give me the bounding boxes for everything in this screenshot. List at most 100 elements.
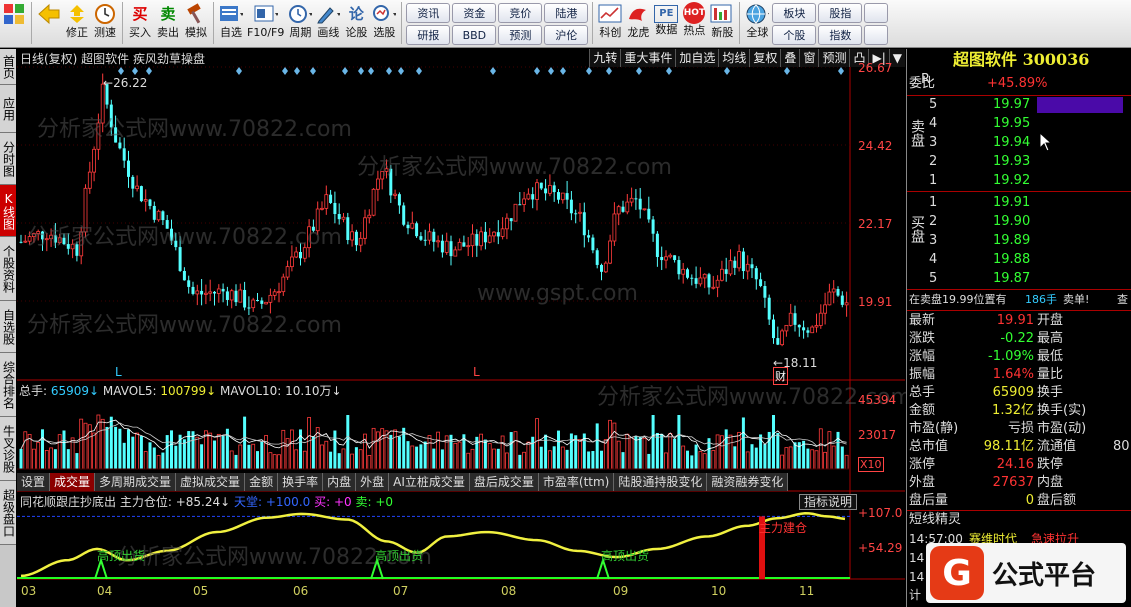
more-button-bottom[interactable] (864, 25, 889, 45)
draw-line-button[interactable]: 画线 (314, 2, 342, 46)
research-button[interactable]: 研报 (406, 25, 451, 45)
stat-value: 1.64% (992, 367, 1034, 382)
tab-margin-change[interactable]: 融资融券变化 (707, 473, 789, 491)
stat-value: 0 (1025, 493, 1034, 508)
auction-button[interactable]: 竞价 (498, 3, 543, 23)
x-axis-label: 05 (193, 584, 209, 598)
tab-amount[interactable]: 金额 (245, 473, 279, 491)
bid-price: 19.87 (993, 271, 1031, 286)
nine-turn-button[interactable]: 九转 (589, 49, 620, 67)
tab-apps[interactable]: 应用 (0, 85, 16, 133)
adjust-right-button[interactable]: 复权 (749, 49, 780, 67)
tab-outer[interactable]: 外盘 (356, 473, 390, 491)
tab-after-hours-volume[interactable]: 盘后成交量 (470, 473, 539, 491)
dragon-tiger-label: 龙虎 (627, 26, 650, 39)
tab-home[interactable]: 首页 (0, 49, 16, 85)
ask-row[interactable]: 2 19.93 (907, 153, 1131, 171)
tab-multi-period-volume[interactable]: 多周期成交量 (95, 473, 177, 491)
ask-row[interactable]: 1 19.92 (907, 172, 1131, 190)
ask-level: 2 (929, 154, 938, 169)
add-self-select-button[interactable]: 加自选 (675, 49, 718, 67)
tab-northbound-holdings[interactable]: 陆股通持股变化 (614, 473, 708, 491)
kline-view-button[interactable] (0, 2, 28, 46)
ask-row[interactable]: 5 19.97 (907, 96, 1131, 114)
candle-body (560, 192, 565, 201)
sell-button[interactable]: 卖 卖出 (154, 2, 182, 46)
moving-average-button[interactable]: 均线 (718, 49, 749, 67)
bbd-button[interactable]: BBD (452, 25, 497, 45)
sector-button[interactable]: 板块 (772, 3, 817, 23)
self-select-button[interactable]: 自选 (217, 2, 245, 46)
tab-settings[interactable]: 设置 (17, 473, 51, 491)
global-button[interactable]: 全球 (743, 2, 771, 46)
tab-super-handicap[interactable]: 超级盘口 (0, 481, 16, 545)
major-events-button[interactable]: 重大事件 (620, 49, 675, 67)
data-button[interactable]: PE 数据 (652, 2, 680, 46)
candle-body (483, 231, 487, 243)
indicator-explain-button[interactable]: 指标说明 (799, 494, 858, 510)
tab-self-select[interactable]: 自选股 (0, 301, 16, 353)
stat-label-2: 市盈(动) (1037, 421, 1087, 436)
volume-bar (440, 449, 444, 469)
forecast-button[interactable]: 预测 (498, 25, 543, 45)
tab-volume[interactable]: 成交量 (50, 473, 96, 491)
diamond-marker (838, 67, 844, 75)
stock-pick-button[interactable]: 选股 (370, 2, 398, 46)
sky-value: +100.0 (265, 495, 311, 509)
window-button[interactable]: 窗 (799, 49, 818, 67)
hulun-button[interactable]: 沪伦 (544, 25, 589, 45)
speed-test-button[interactable]: 测速 (91, 2, 119, 46)
lugang-button[interactable]: 陆港 (544, 3, 589, 23)
hotspot-button[interactable]: HOT 热点 (680, 2, 708, 46)
new-stock-button[interactable]: 新股 (708, 2, 736, 46)
dragon-tiger-button[interactable]: 龙虎 (624, 2, 652, 46)
bid-row[interactable]: 3 19.89 (907, 232, 1131, 250)
tab-ai-volume[interactable]: AI立桩成交量 (389, 473, 470, 491)
ask-row[interactable]: 3 19.94 (907, 134, 1131, 152)
modify-button[interactable]: 修正 (63, 2, 91, 46)
financial-report-marker[interactable]: 财 (773, 367, 788, 385)
volume-bar (569, 433, 573, 469)
bid-row[interactable]: 1 19.91 (907, 194, 1131, 212)
buy-button[interactable]: 买 买入 (126, 2, 154, 46)
volume-bar (423, 441, 427, 469)
back-button[interactable] (35, 2, 63, 46)
candle-body (302, 247, 307, 259)
overlay-button[interactable]: 叠 (780, 49, 799, 67)
simulate-button[interactable]: 模拟 (182, 2, 210, 46)
volume-bar (333, 430, 337, 469)
ask-row[interactable]: 4 19.95 (907, 115, 1131, 133)
ask-price: 19.95 (993, 116, 1031, 131)
tab-inner[interactable]: 内盘 (323, 473, 357, 491)
tab-stock-info[interactable]: 个股资料 (0, 237, 16, 301)
period-button[interactable]: 周期 (286, 2, 314, 46)
more-button-top[interactable] (864, 3, 889, 23)
tab-ranking[interactable]: 综合排名 (0, 353, 16, 417)
tab-diagnosis[interactable]: 牛叉诊股 (0, 417, 16, 481)
volume-bar (793, 442, 797, 469)
kline-chart-area[interactable]: 分析家公式网www.70822.com 分析家公式网www.70822.com … (17, 49, 912, 607)
self-select-label: 自选 (220, 26, 242, 39)
bid-row[interactable]: 2 19.90 (907, 213, 1131, 231)
f10-button[interactable]: F10/F9 (245, 2, 286, 46)
stock-index-futures-button[interactable]: 股指 (818, 3, 863, 23)
bid-row[interactable]: 4 19.88 (907, 251, 1131, 269)
bid-row[interactable]: 5 19.87 (907, 270, 1131, 288)
candle-body (810, 326, 815, 334)
news-button[interactable]: 资讯 (406, 3, 451, 23)
forecast-chart-button[interactable]: 预测 (818, 49, 849, 67)
tab-kline[interactable]: K线图 (0, 185, 16, 237)
tab-timeshare[interactable]: 分时图 (0, 133, 16, 185)
tab-virtual-volume[interactable]: 虚拟成交量 (176, 473, 246, 491)
kechuang-button[interactable]: 科创 (596, 2, 624, 46)
price-axis-label: 24.42 (858, 139, 893, 153)
candle-body (272, 291, 277, 296)
forum-button[interactable]: 论 论股 (342, 2, 370, 46)
funds-button[interactable]: 资金 (452, 3, 497, 23)
index-button[interactable]: 指数 (818, 25, 863, 45)
individual-stock-button[interactable]: 个股 (772, 25, 817, 45)
sell-order-notice[interactable]: 在卖盘19.99位置有 186手 卖单! 查 (907, 291, 1131, 309)
tab-turnover[interactable]: 换手率 (278, 473, 324, 491)
volume-bar (256, 451, 259, 469)
tab-pe-ttm[interactable]: 市盈率(ttm) (539, 473, 615, 491)
